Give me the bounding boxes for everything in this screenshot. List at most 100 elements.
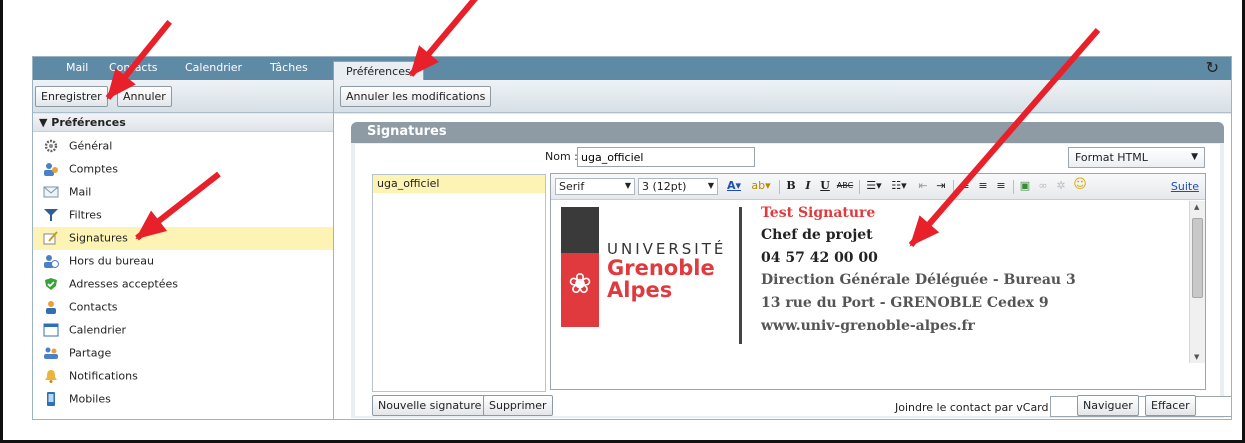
sidebar-item-label: Mobiles xyxy=(69,392,111,406)
sidebar-item-filtres[interactable]: Filtres xyxy=(33,204,333,227)
out-of-office-icon xyxy=(43,254,59,268)
signature-department: Direction Générale Déléguée - Bureau 3 xyxy=(761,272,1076,288)
sidebar-item-general[interactable]: Général xyxy=(33,135,333,158)
uga-logo: ❀ UNIVERSITÉ Grenoble Alpes xyxy=(561,207,731,327)
panel-title: Signatures xyxy=(351,122,1224,143)
strikethrough-icon[interactable]: ABC xyxy=(835,179,855,195)
sidebar-item-signatures[interactable]: Signatures xyxy=(33,227,333,250)
preferences-sidebar: ▼ Préférences Général Comptes Mail Filtr… xyxy=(33,114,333,419)
signatures-panel: Signatures Nom : Format HTML ▼ uga_offic… xyxy=(351,122,1231,418)
bell-icon xyxy=(43,369,59,383)
top-tab-bar: Mail Contacts Calendrier Tâches Préféren… xyxy=(33,57,1231,80)
logo-line-2: Alpes xyxy=(607,278,673,302)
undo-changes-button[interactable]: Annuler les modifications xyxy=(340,86,492,107)
indent-icon[interactable]: ⇥ xyxy=(933,179,949,195)
sidebar-item-label: Filtres xyxy=(69,208,102,222)
signature-list: uga_officiel xyxy=(372,174,546,392)
webmail-app: Mail Contacts Calendrier Tâches Préféren… xyxy=(32,56,1232,420)
filter-icon xyxy=(43,208,59,222)
insert-image-icon[interactable]: ▣ xyxy=(1017,179,1033,195)
toolbar-separator xyxy=(859,180,860,194)
sidebar-item-label: Comptes xyxy=(69,162,118,176)
collapse-triangle-icon: ▼ xyxy=(39,116,52,129)
underline-icon[interactable]: U xyxy=(818,179,832,195)
sidebar-item-notifications[interactable]: Notifications xyxy=(33,365,333,388)
italic-icon[interactable]: I xyxy=(801,179,815,195)
signature-separator xyxy=(739,207,742,344)
sidebar-item-contacts[interactable]: Contacts xyxy=(33,296,333,319)
share-icon xyxy=(43,346,59,360)
sidebar-item-label: Adresses acceptées xyxy=(69,277,178,291)
toolbar-separator xyxy=(779,180,780,194)
unlink-icon[interactable]: ✲ xyxy=(1053,179,1069,195)
tab-taches[interactable]: Tâches xyxy=(270,61,308,74)
signature-icon xyxy=(43,231,59,245)
mobile-icon xyxy=(43,392,59,406)
content-area: Signatures Nom : Format HTML ▼ uga_offic… xyxy=(334,114,1231,419)
signature-website: www.univ-grenoble-alpes.fr xyxy=(761,318,975,334)
chevron-down-icon: ▼ xyxy=(707,181,714,190)
format-select[interactable]: Format HTML ▼ xyxy=(1068,147,1205,168)
text-color-icon[interactable]: A▾ xyxy=(723,179,745,195)
bold-icon[interactable]: B xyxy=(784,179,798,195)
signature-address: 13 rue du Port - GRENOBLE Cedex 9 xyxy=(761,295,1049,311)
contact-icon xyxy=(43,300,59,314)
font-family-select[interactable]: Serif ▼ xyxy=(555,178,635,195)
nom-label: Nom : xyxy=(545,150,578,163)
scroll-thumb[interactable] xyxy=(1192,218,1203,298)
sidebar-item-label: Signatures xyxy=(69,231,128,245)
sidebar-header[interactable]: ▼ Préférences xyxy=(33,114,333,132)
sidebar-item-comptes[interactable]: Comptes xyxy=(33,158,333,181)
sidebar-item-hors-du-bureau[interactable]: Hors du bureau xyxy=(33,250,333,273)
scroll-down-icon[interactable]: ▼ xyxy=(1194,353,1199,361)
bullet-list-icon[interactable]: ☰▾ xyxy=(863,179,885,195)
gear-icon xyxy=(43,139,59,153)
align-right-icon[interactable]: ≡ xyxy=(993,179,1009,195)
sidebar-item-mobiles[interactable]: Mobiles xyxy=(33,388,333,411)
browse-button[interactable]: Naviguer xyxy=(1077,395,1139,416)
editor-scrollbar[interactable]: ▲ ▼ xyxy=(1189,201,1205,363)
new-signature-button[interactable]: Nouvelle signature xyxy=(372,395,488,416)
chevron-down-icon: ▼ xyxy=(1191,152,1198,162)
link-icon[interactable]: ∞ xyxy=(1035,179,1051,195)
suite-link[interactable]: Suite xyxy=(1171,180,1199,193)
numbered-list-icon[interactable]: ☷▾ xyxy=(888,179,910,195)
sidebar-item-label: Mail xyxy=(69,185,92,199)
outdent-icon[interactable]: ⇤ xyxy=(915,179,931,195)
signature-role: Chef de projet xyxy=(761,227,873,243)
refresh-icon[interactable]: ↻ xyxy=(1206,58,1219,77)
list-item[interactable]: uga_officiel xyxy=(373,175,545,193)
sidebar-item-adresses-acceptees[interactable]: Adresses acceptées xyxy=(33,273,333,296)
signature-title: Test Signature xyxy=(761,205,876,221)
font-family-value: Serif xyxy=(559,180,585,193)
sidebar-item-label: Notifications xyxy=(69,369,138,383)
signature-phone: 04 57 42 00 00 xyxy=(761,250,878,266)
sidebar-item-partage[interactable]: Partage xyxy=(33,342,333,365)
sidebar-item-calendrier[interactable]: Calendrier xyxy=(33,319,333,342)
tab-calendrier[interactable]: Calendrier xyxy=(185,61,242,74)
sidebar-item-label: Hors du bureau xyxy=(69,254,154,268)
signature-edit-area[interactable]: ❀ UNIVERSITÉ Grenoble Alpes Test Signatu… xyxy=(551,201,1205,389)
emoji-icon[interactable]: ☺ xyxy=(1071,177,1089,193)
shield-check-icon xyxy=(43,277,59,291)
logo-seal-icon: ❀ xyxy=(568,267,592,300)
signature-editor: Serif ▼ 3 (12pt) ▼ A▾ ab▾ B I U ABC ☰▾ ☷… xyxy=(550,173,1206,390)
highlight-color-icon[interactable]: ab▾ xyxy=(749,179,773,195)
editor-toolbar: Serif ▼ 3 (12pt) ▼ A▾ ab▾ B I U ABC ☰▾ ☷… xyxy=(551,174,1205,200)
delete-button[interactable]: Supprimer xyxy=(483,395,553,416)
chevron-down-icon: ▼ xyxy=(624,181,631,190)
scroll-up-icon[interactable]: ▲ xyxy=(1194,203,1199,211)
vcard-label: Joindre le contact par vCard : xyxy=(895,401,1056,414)
sidebar-item-label: Partage xyxy=(69,346,112,360)
clear-button[interactable]: Effacer xyxy=(1145,395,1196,416)
envelope-icon xyxy=(43,185,59,199)
logo-bar-dark xyxy=(561,207,599,253)
sidebar-item-label: Contacts xyxy=(69,300,118,314)
frame-left-border xyxy=(0,0,3,443)
font-size-value: 3 (12pt) xyxy=(642,180,687,193)
align-center-icon[interactable]: ≡ xyxy=(975,179,991,195)
font-size-select[interactable]: 3 (12pt) ▼ xyxy=(638,178,718,195)
signature-name-input[interactable] xyxy=(577,147,755,167)
logo-line-1: Grenoble xyxy=(607,256,715,280)
tab-mail[interactable]: Mail xyxy=(66,61,88,74)
